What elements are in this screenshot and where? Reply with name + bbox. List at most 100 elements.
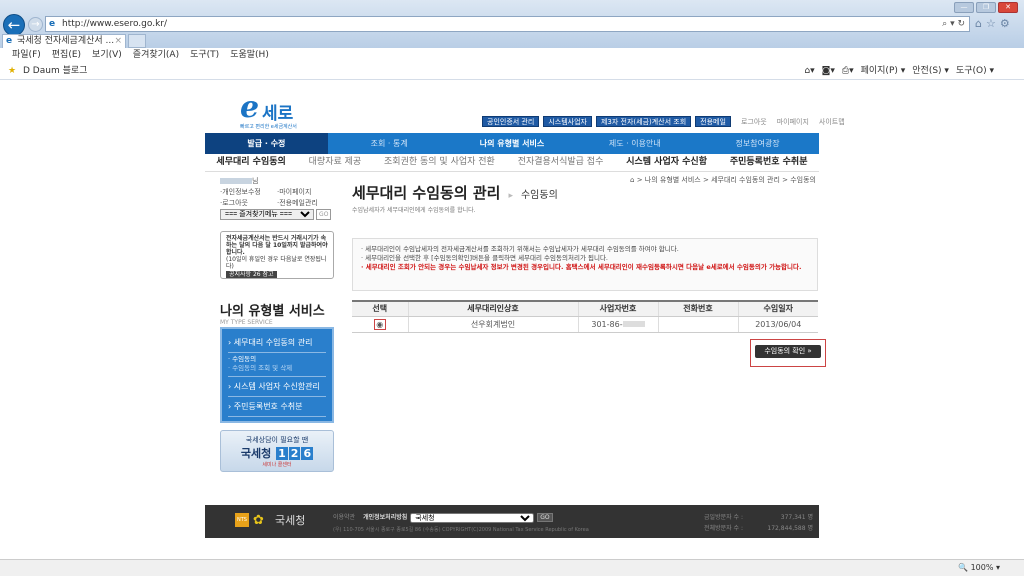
- menu-bar: 파일(F) 편집(E) 보기(V) 즐겨찾기(A) 도구(T) 도움말(H): [0, 48, 1024, 62]
- lnb-bulk-data[interactable]: 대량자료 제공: [309, 154, 362, 171]
- confirm-highlight: 수임동의 확인 »: [750, 339, 826, 367]
- mail-manage-link[interactable]: ·전용메일관리: [277, 198, 334, 209]
- footer-go-button[interactable]: GO: [537, 513, 553, 522]
- lnb-system-inbox[interactable]: 시스템 사업자 수신함: [626, 154, 707, 171]
- side-subitem-lookup[interactable]: · 수임동의 조회 및 삭제: [228, 364, 326, 373]
- sub-nav: 세무대리 수임동의 대량자료 제공 조회권한 동의 및 사업자 전환 전자결용서식발급…: [205, 154, 819, 172]
- gnb-stats[interactable]: 조회 · 통계: [328, 133, 451, 154]
- new-tab-button[interactable]: [128, 34, 146, 48]
- agent-table: 선택 세무대리인상호 사업자번호 전화번호 수임일자 ◉ 선우회계법인 301-86- 201…: [352, 300, 818, 333]
- system-business-button[interactable]: 시스템사업자: [543, 116, 592, 127]
- call-center-126-banner[interactable]: 국세상담이 필요할 땐 국세청 126 세미나 콜센터: [220, 430, 334, 472]
- logout-link[interactable]: ·로그아웃: [220, 198, 277, 209]
- minimize-button[interactable]: —: [954, 2, 974, 13]
- sitemap-link[interactable]: 사이트맵: [819, 117, 845, 127]
- side-subitem-consent[interactable]: · 수임동의: [228, 355, 326, 364]
- home-favorites-settings-icons[interactable]: ⌂☆⚙: [975, 17, 1014, 30]
- nts-emblem-icon: ✿: [253, 513, 264, 528]
- search-refresh-icon[interactable]: ⌕ ▾ ↻: [942, 17, 965, 31]
- col-select: 선택: [352, 300, 408, 317]
- page-subtitle: 수임동의: [520, 190, 558, 201]
- biz-number-blurred: [622, 321, 645, 327]
- login-box: 님 ·개인정보수정 ·마이페이지 ·로그아웃 ·전용메일관리 === 즐겨찾기메뉴 =…: [220, 176, 334, 220]
- close-button[interactable]: ✕: [998, 2, 1018, 13]
- window-controls: — ❐ ✕: [954, 2, 1018, 13]
- favorite-daum-blog[interactable]: D Daum 블로그: [23, 62, 87, 80]
- menu-view[interactable]: 보기(V): [92, 48, 122, 62]
- safety-menu[interactable]: 안전(S) ▾: [912, 62, 949, 80]
- forward-button[interactable]: →: [28, 17, 43, 32]
- today-visitors-label: 금일방문자 수 :: [704, 514, 743, 521]
- page-menu[interactable]: 페이지(P) ▾: [861, 62, 906, 80]
- footer-site-select[interactable]: 국세청: [410, 512, 535, 523]
- tools-menu[interactable]: 도구(O) ▾: [956, 62, 994, 80]
- tab-close-icon[interactable]: ×: [114, 35, 122, 48]
- gnb-my-service[interactable]: 나의 유형별 서비스: [451, 133, 574, 154]
- menu-tools[interactable]: 도구(T): [190, 48, 219, 62]
- menu-file[interactable]: 파일(F): [12, 48, 41, 62]
- ie-icon: e: [49, 19, 56, 29]
- table-header-row: 선택 세무대리인상호 사업자번호 전화번호 수임일자: [352, 300, 818, 317]
- status-bar: 🔍 100% ▾: [0, 559, 1024, 576]
- back-button[interactable]: ←: [3, 14, 25, 36]
- gnb-participation[interactable]: 정보참여광장: [696, 133, 819, 154]
- cert-manage-button[interactable]: 공인인증서 관리: [482, 116, 540, 127]
- ie-icon: e: [6, 36, 13, 46]
- banner-digit: 1: [276, 447, 288, 460]
- logout-link[interactable]: 로그아웃: [741, 117, 767, 127]
- breadcrumb: ⌂ > 나의 유형별 서비스 > 세무대리 수임동의 관리 > 수임동의: [630, 175, 816, 185]
- logo-subtitle: 빠르고 편리한 e세금계산서: [240, 124, 297, 130]
- menu-favorites[interactable]: 즐겨찾기(A): [133, 48, 179, 62]
- menu-help[interactable]: 도움말(H): [230, 48, 269, 62]
- side-heading-en: MY TYPE SERVICE: [220, 319, 273, 326]
- mypage-link[interactable]: 마이페이지: [777, 117, 809, 127]
- arrow-icon: ▸: [508, 191, 513, 201]
- browser-tab[interactable]: e 국세청 전자세금계산서 ... ×: [2, 34, 126, 48]
- dedicated-mail-button[interactable]: 전용메일: [695, 116, 731, 127]
- col-biz-number: 사업자번호: [577, 300, 658, 317]
- side-item-resident[interactable]: › 주민등록번호 수취분: [228, 397, 326, 417]
- zoom-control[interactable]: 🔍 100% ▾: [958, 560, 1000, 576]
- terms-link[interactable]: 이용약관: [333, 514, 355, 521]
- side-item-label: 주민등록번호 수취분: [233, 402, 303, 411]
- lnb-resident-number[interactable]: 주민등록번호 수취분: [730, 154, 808, 171]
- address-bar[interactable]: e http://www.esero.go.kr/ ⌕ ▾ ↻: [45, 16, 970, 32]
- esero-logo[interactable]: e 세로 빠르고 편리한 e세금계산서: [240, 93, 310, 133]
- lnb-tax-agent-consent[interactable]: 세무대리 수임동의: [216, 154, 285, 171]
- notice-subtext: (10일이 휴일인 경우 다음날로 연장됩니다): [226, 256, 327, 270]
- breadcrumb-text: > 나의 유형별 서비스 > 세무대리 수임동의 관리 > 수임동의: [636, 176, 816, 184]
- lnb-permission[interactable]: 조회권한 동의 및 사업자 전환: [384, 154, 495, 171]
- banner-digit: 2: [288, 447, 301, 460]
- table-row[interactable]: ◉ 선우회계법인 301-86- 2013/06/04: [352, 316, 818, 333]
- url-text: http://www.esero.go.kr/: [62, 19, 168, 29]
- lnb-form-issue[interactable]: 전자결용서식발급 접수: [518, 154, 604, 171]
- home-icon[interactable]: ⌂▾: [804, 62, 814, 80]
- favorites-star-icon[interactable]: ★: [8, 62, 16, 80]
- tab-title: 국세청 전자세금계산서 ...: [17, 36, 115, 46]
- user-name-blurred: [220, 178, 252, 184]
- favorites-go-button[interactable]: GO: [316, 209, 332, 220]
- home-icon[interactable]: ⌂: [630, 176, 634, 184]
- confirm-consent-button[interactable]: 수임동의 확인 »: [755, 345, 821, 358]
- gnb-issue[interactable]: 발급 · 수정: [205, 133, 328, 154]
- restore-button[interactable]: ❐: [976, 2, 996, 13]
- side-item-system-inbox[interactable]: › 시스템 사업자 수신함관리: [228, 377, 326, 397]
- footer-brand: 국세청: [275, 514, 306, 527]
- menu-edit[interactable]: 편집(E): [52, 48, 81, 62]
- info-warning: · 세무대리인 조회가 안되는 경우는 수임납세자 정보가 변경된 경우입니다.…: [361, 263, 802, 271]
- third-party-lookup-button[interactable]: 제3자 전자(세금)계산서 조회: [595, 116, 692, 127]
- notice-link[interactable]: 공지사항 26 참고: [226, 271, 277, 278]
- select-radio[interactable]: ◉: [373, 318, 386, 330]
- mypage-link[interactable]: ·마이페이지: [277, 187, 334, 198]
- favorites-menu-select[interactable]: === 즐겨찾기메뉴 ===: [220, 209, 314, 220]
- privacy-link[interactable]: 개인정보처리방침: [363, 514, 407, 521]
- rss-icon[interactable]: ◙▾: [822, 62, 835, 80]
- edit-profile-link[interactable]: ·개인정보수정: [220, 187, 277, 198]
- info-line: · 세무대리인을 선택한 후 [수임동의확인]버튼을 클릭하면 세무대리 수임동…: [361, 254, 608, 262]
- gnb-guide[interactable]: 제도 · 이용안내: [573, 133, 696, 154]
- zoom-level: 100%: [970, 563, 994, 572]
- side-item-tax-agent[interactable]: › 세무대리 수임동의 관리: [228, 333, 326, 353]
- print-icon[interactable]: ⎙▾: [842, 62, 854, 80]
- side-title: 나의 유형별 서비스 MY TYPE SERVICE: [220, 300, 325, 326]
- banner-name: 국세청: [240, 447, 272, 460]
